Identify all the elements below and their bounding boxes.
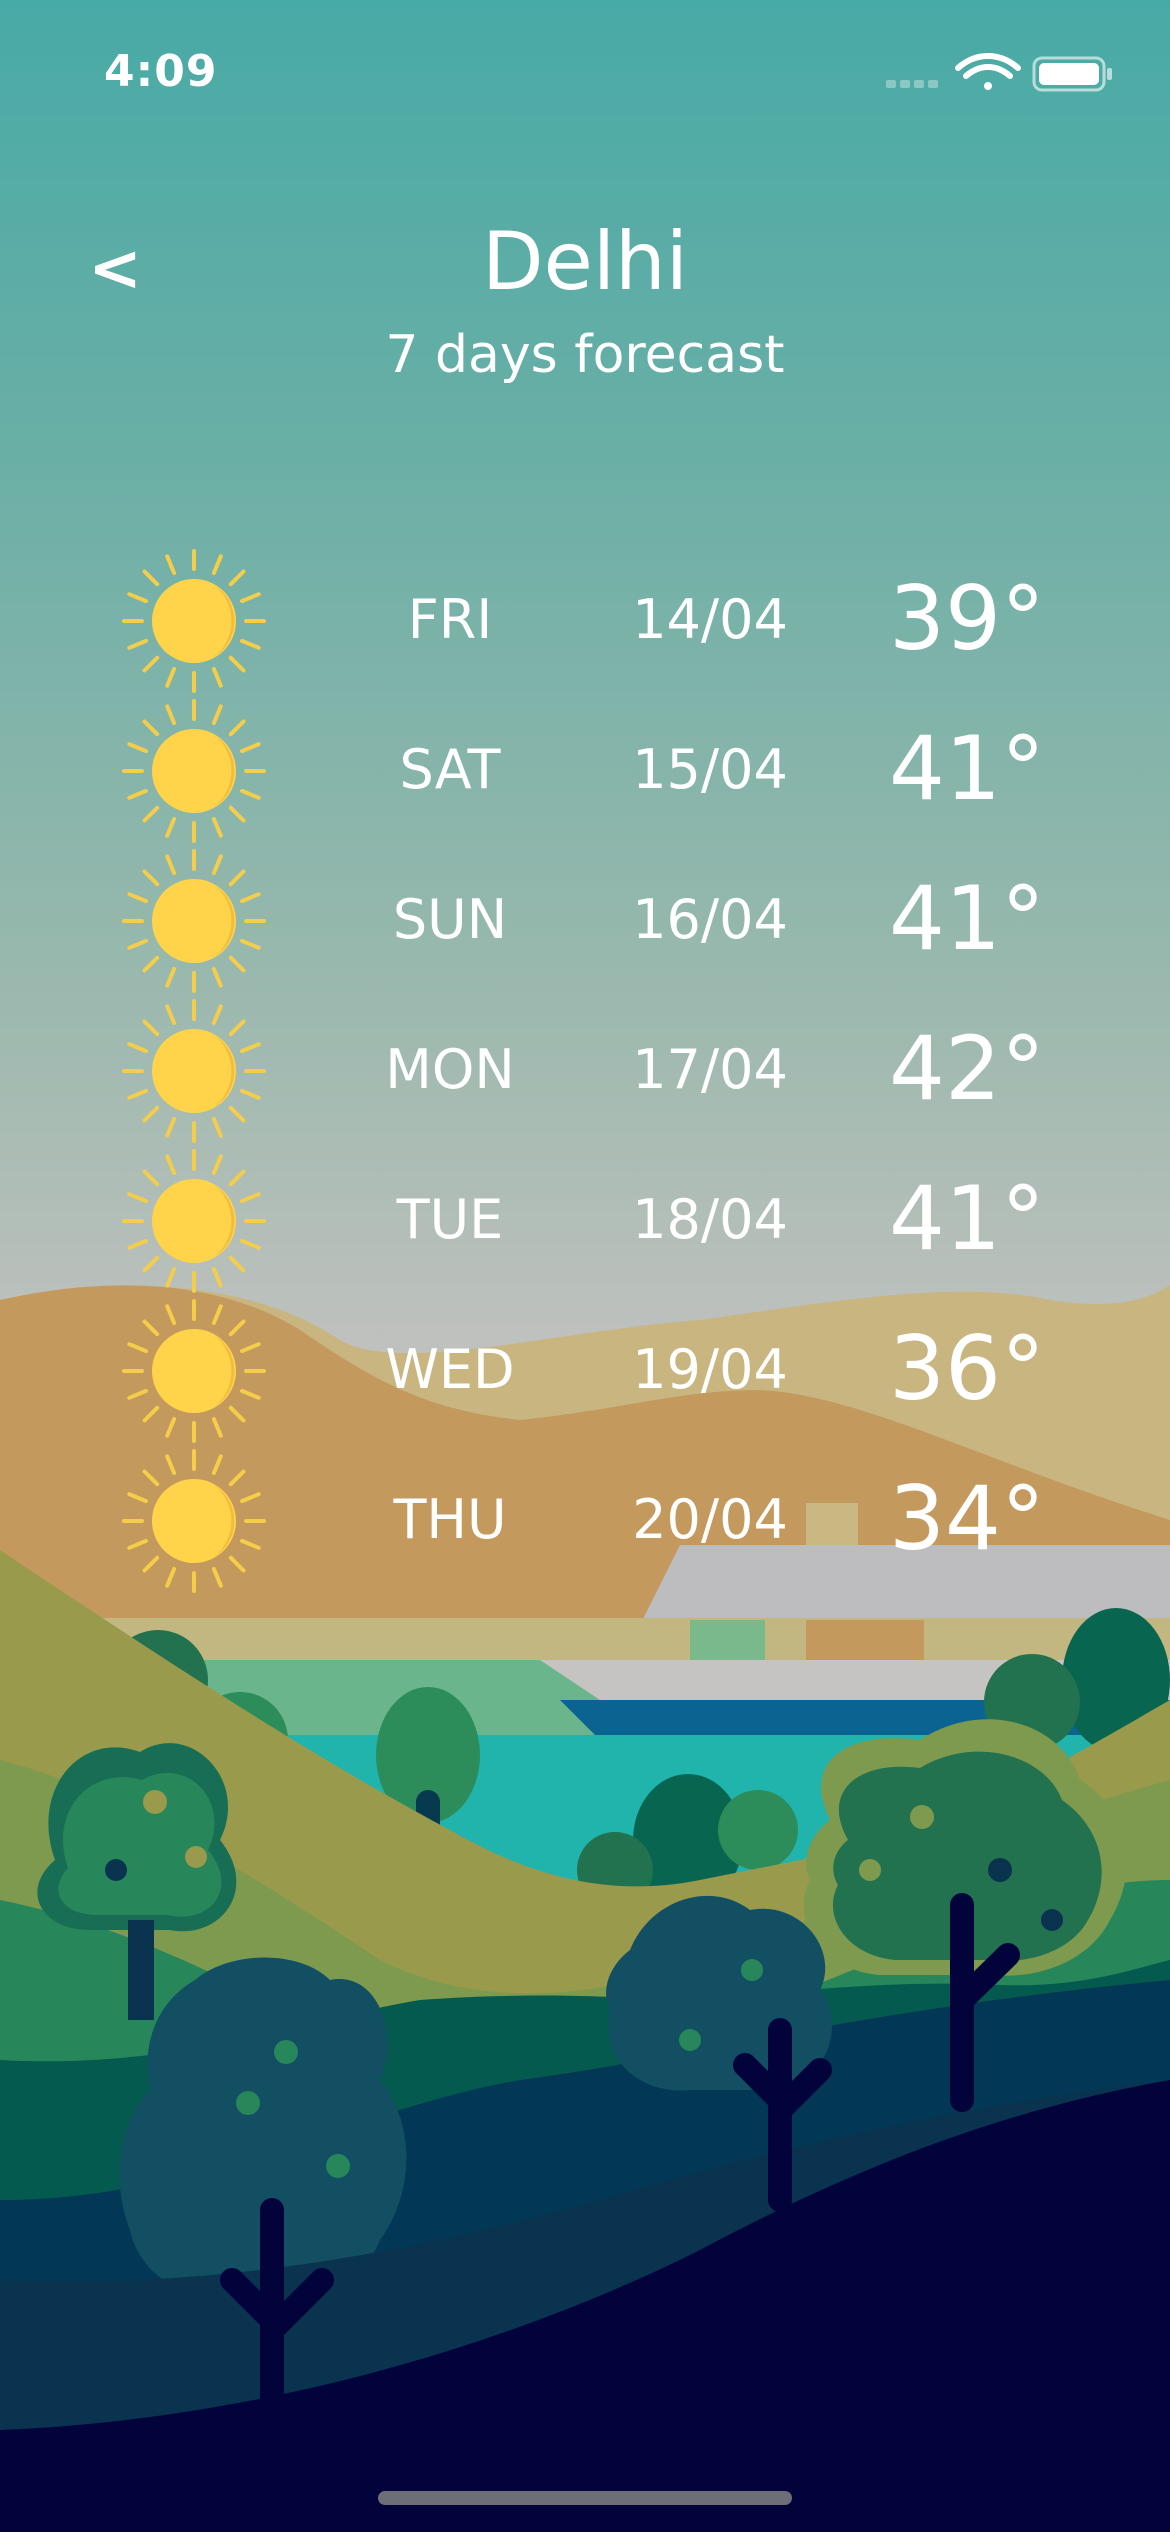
status-icons: [886, 53, 1112, 92]
forecast-temp: 41°: [889, 867, 1045, 970]
forecast-temp: 34°: [889, 1467, 1045, 1570]
sun-icon: [118, 1145, 270, 1297]
forecast-list: FRI 14/04 39° SAT 15/04 41° SUN 16/04 41…: [0, 545, 1170, 1595]
forecast-row-fri: FRI 14/04 39°: [0, 545, 1170, 695]
city-title: Delhi: [482, 215, 688, 308]
sun-icon: [118, 995, 270, 1147]
forecast-temp: 41°: [889, 717, 1045, 820]
forecast-row-thu: THU 20/04 34°: [0, 1445, 1170, 1595]
signal-icon: [886, 80, 938, 88]
forecast-row-sat: SAT 15/04 41°: [0, 695, 1170, 845]
forecast-row-sun: SUN 16/04 41°: [0, 845, 1170, 995]
forecast-day: MON: [385, 1038, 515, 1101]
sun-icon: [118, 695, 270, 847]
forecast-temp: 41°: [889, 1167, 1045, 1270]
forecast-temp: 36°: [889, 1317, 1045, 1420]
forecast-day: WED: [385, 1338, 515, 1401]
forecast-day: FRI: [407, 588, 493, 651]
home-indicator[interactable]: [378, 2491, 792, 2505]
sun-icon: [118, 845, 270, 997]
sun-icon: [118, 1295, 270, 1447]
forecast-row-mon: MON 17/04 42°: [0, 995, 1170, 1145]
wifi-icon: [955, 53, 1021, 90]
sun-icon: [118, 545, 270, 697]
forecast-subtitle: 7 days forecast: [385, 325, 785, 385]
forecast-day: THU: [393, 1488, 507, 1551]
forecast-row-wed: WED 19/04 36°: [0, 1295, 1170, 1445]
forecast-row-tue: TUE 18/04 41°: [0, 1145, 1170, 1295]
battery-icon: [1032, 56, 1112, 92]
sun-icon: [118, 1445, 270, 1597]
forecast-temp: 42°: [889, 1017, 1045, 1120]
forecast-day: SAT: [399, 738, 501, 801]
forecast-temp: 39°: [889, 567, 1045, 670]
weather-screen: 4:09 < Delhi 7 days forecast FRI 14/04 3…: [0, 0, 1170, 2532]
forecast-day: TUE: [396, 1188, 504, 1251]
status-time: 4:09: [104, 46, 218, 97]
forecast-day: SUN: [392, 888, 508, 951]
